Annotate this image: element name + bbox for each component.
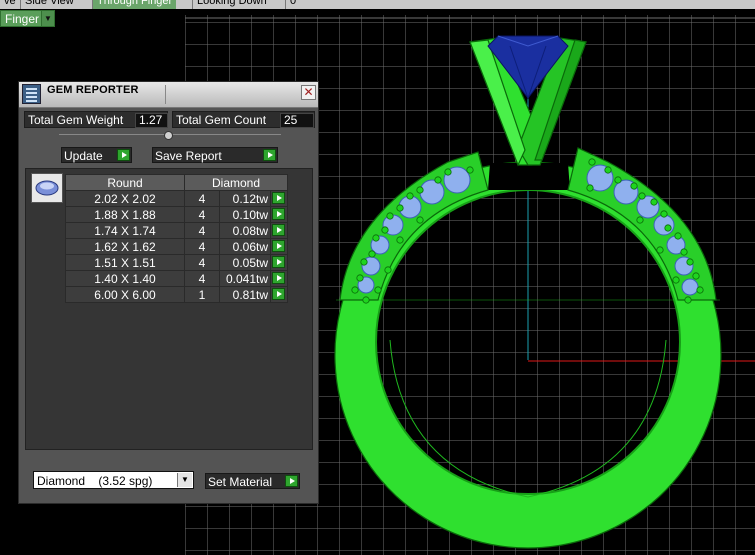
gem-count: 4 bbox=[184, 270, 220, 287]
update-button-label: Update bbox=[64, 149, 103, 163]
gem-weight: 0.08tw bbox=[219, 222, 271, 239]
gem-size: 1.40 X 1.40 bbox=[65, 270, 185, 287]
play-arrow-icon[interactable] bbox=[272, 240, 285, 252]
gem-count: 4 bbox=[184, 238, 220, 255]
gem-size: 2.02 X 2.02 bbox=[65, 190, 185, 207]
gem-icon bbox=[31, 173, 63, 203]
close-icon[interactable]: ✕ bbox=[301, 85, 316, 100]
material-select[interactable]: Diamond (3.52 spg) ▼ bbox=[33, 471, 194, 489]
gem-count: 4 bbox=[184, 222, 220, 239]
gem-weight: 0.10tw bbox=[219, 206, 271, 223]
row-action[interactable] bbox=[270, 286, 288, 303]
row-action[interactable] bbox=[270, 190, 288, 207]
panel-title: GEM REPORTER bbox=[47, 84, 139, 96]
table-row[interactable]: 6.00 X 6.00 1 0.81tw bbox=[65, 286, 288, 303]
gem-count: 4 bbox=[184, 206, 220, 223]
gem-count: 4 bbox=[184, 254, 220, 271]
gem-weight: 0.81tw bbox=[219, 286, 271, 303]
play-arrow-icon[interactable] bbox=[272, 256, 285, 268]
update-button[interactable]: Update bbox=[61, 147, 132, 163]
table-row[interactable]: 1.62 X 1.62 4 0.06tw bbox=[65, 238, 288, 255]
total-gem-weight-label: Total Gem Weight bbox=[28, 113, 124, 127]
total-gem-count-value: 25 bbox=[280, 113, 314, 128]
col-header-material: Diamond bbox=[184, 174, 288, 191]
col-header-shape: Round bbox=[65, 174, 185, 191]
play-arrow-icon[interactable] bbox=[272, 208, 285, 220]
dropdown-arrow-icon[interactable]: ▼ bbox=[41, 11, 54, 26]
play-arrow-icon[interactable] bbox=[263, 149, 276, 161]
gem-reporter-panel: GEM REPORTER ✕ Total Gem Weight 1.27 Tot… bbox=[18, 81, 319, 504]
table-row[interactable]: 1.88 X 1.88 4 0.10tw bbox=[65, 206, 288, 223]
panel-slider-knob[interactable] bbox=[164, 131, 173, 140]
gem-size: 1.88 X 1.88 bbox=[65, 206, 185, 223]
table-row[interactable]: 1.40 X 1.40 4 0.041tw bbox=[65, 270, 288, 287]
play-arrow-icon[interactable] bbox=[272, 272, 285, 284]
total-gem-count: Total Gem Count 25 bbox=[172, 111, 315, 128]
tab-looking-down[interactable]: Looking Down bbox=[192, 0, 271, 9]
row-action[interactable] bbox=[270, 206, 288, 223]
play-arrow-icon[interactable] bbox=[117, 149, 130, 161]
row-action[interactable] bbox=[270, 238, 288, 255]
play-arrow-icon[interactable] bbox=[272, 224, 285, 236]
dropdown-arrow-icon[interactable]: ▼ bbox=[177, 473, 192, 487]
tab-through-finger[interactable]: Through Finger bbox=[92, 0, 177, 9]
view-tabs: ve Side View Through Finger Looking Down… bbox=[0, 0, 755, 9]
save-report-label: Save Report bbox=[155, 149, 222, 163]
gem-size: 1.51 X 1.51 bbox=[65, 254, 185, 271]
play-arrow-icon[interactable] bbox=[285, 475, 298, 487]
gem-size: 1.74 X 1.74 bbox=[65, 222, 185, 239]
gem-size: 6.00 X 6.00 bbox=[65, 286, 185, 303]
finger-dropdown-value: Finger bbox=[5, 12, 40, 26]
table-row[interactable]: 1.51 X 1.51 4 0.05tw bbox=[65, 254, 288, 271]
total-gem-count-label: Total Gem Count bbox=[176, 113, 267, 127]
play-arrow-icon[interactable] bbox=[272, 288, 285, 300]
title-divider bbox=[165, 85, 166, 104]
panel-titlebar[interactable]: GEM REPORTER ✕ bbox=[19, 82, 318, 108]
material-select-value: Diamond (3.52 spg) bbox=[37, 474, 153, 488]
gem-weight: 0.06tw bbox=[219, 238, 271, 255]
gem-weight: 0.05tw bbox=[219, 254, 271, 271]
table-row[interactable]: 1.74 X 1.74 4 0.08tw bbox=[65, 222, 288, 239]
row-action[interactable] bbox=[270, 254, 288, 271]
tab-side-view[interactable]: Side View bbox=[20, 0, 78, 9]
gem-weight: 0.12tw bbox=[219, 190, 271, 207]
app-icon bbox=[22, 84, 41, 104]
gem-table: Round Diamond 2.02 X 2.02 4 0.12tw 1.88 … bbox=[65, 174, 288, 303]
gem-weight: 0.041tw bbox=[219, 270, 271, 287]
gem-count: 1 bbox=[184, 286, 220, 303]
save-report-button[interactable]: Save Report bbox=[152, 147, 278, 163]
gem-count: 4 bbox=[184, 190, 220, 207]
gem-list-area: Round Diamond 2.02 X 2.02 4 0.12tw 1.88 … bbox=[25, 168, 313, 450]
row-action[interactable] bbox=[270, 222, 288, 239]
row-action[interactable] bbox=[270, 270, 288, 287]
total-gem-weight-value: 1.27 bbox=[135, 113, 168, 128]
play-arrow-icon[interactable] bbox=[272, 192, 285, 204]
tab-ve[interactable]: ve bbox=[0, 0, 20, 9]
total-gem-weight: Total Gem Weight 1.27 bbox=[24, 111, 168, 128]
finger-dropdown[interactable]: Finger ▼ bbox=[0, 10, 55, 27]
table-row[interactable]: 2.02 X 2.02 4 0.12tw bbox=[65, 190, 288, 207]
set-material-label: Set Material bbox=[208, 475, 273, 489]
gem-size: 1.62 X 1.62 bbox=[65, 238, 185, 255]
set-material-button[interactable]: Set Material bbox=[205, 473, 300, 489]
tab-extra[interactable]: 0 bbox=[285, 0, 306, 9]
